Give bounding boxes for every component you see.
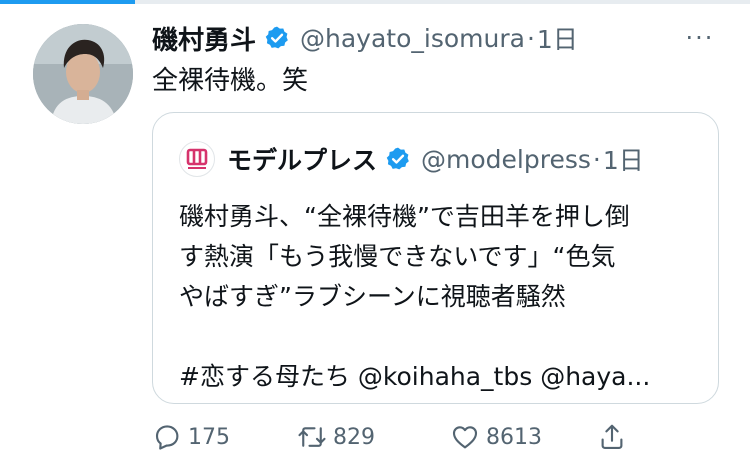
retweet-button[interactable]: 829 (297, 418, 375, 456)
quoted-timestamp[interactable]: 1日 (603, 141, 644, 177)
quoted-text-line: 磯村勇斗、“全裸待機”で吉田羊を押し倒 (179, 202, 630, 231)
share-button[interactable] (597, 418, 627, 456)
quoted-author-handle[interactable]: @modelpress (421, 145, 591, 174)
quoted-tweet-text: 磯村勇斗、“全裸待機”で吉田羊を押し倒 す熱演「もう我慢できないです」“色気 や… (179, 197, 699, 397)
tweet[interactable]: 磯村勇斗 @hayato_isomura · 1日 ··· 全裸待機。笑 モデル… (0, 0, 750, 470)
verified-badge-icon (264, 25, 290, 51)
quoted-text-blank-line (179, 317, 699, 357)
quoted-tweet[interactable]: モデルプレス @modelpress · 1日 磯村勇斗、“全裸待機”で吉田羊を… (152, 112, 719, 404)
like-button[interactable]: 8613 (450, 418, 542, 456)
separator-dot: · (592, 144, 601, 174)
share-icon (597, 422, 627, 452)
quoted-tweet-header: モデルプレス @modelpress · 1日 (179, 139, 698, 179)
separator-dot: · (526, 23, 535, 53)
like-count: 8613 (486, 424, 542, 450)
heart-icon (450, 422, 480, 452)
avatar[interactable] (33, 24, 133, 124)
quoted-text-hashtags-mentions[interactable]: #恋する母たち @koihaha_tbs @haya... (179, 357, 699, 397)
reply-count: 175 (188, 424, 230, 450)
tweet-text: 全裸待機。笑 (152, 66, 309, 96)
timestamp[interactable]: 1日 (537, 20, 578, 56)
quoted-text-line: やばすぎ”ラブシーンに視聴者騒然 (179, 282, 566, 311)
modelpress-logo (179, 141, 215, 177)
quoted-author-name[interactable]: モデルプレス (227, 141, 377, 177)
tweet-header: 磯村勇斗 @hayato_isomura · 1日 ··· (152, 18, 720, 58)
tweet-actions: 175 829 8613 (152, 418, 652, 456)
reply-button[interactable]: 175 (152, 418, 230, 456)
verified-badge-icon (385, 146, 411, 172)
reply-icon (152, 422, 182, 452)
author-handle[interactable]: @hayato_isomura (300, 24, 525, 53)
retweet-icon (297, 422, 327, 452)
author-name[interactable]: 磯村勇斗 (152, 20, 256, 57)
quoted-text-line: す熱演「もう我慢できないです」“色気 (179, 242, 616, 271)
retweet-count: 829 (333, 424, 375, 450)
more-options-icon[interactable]: ··· (680, 18, 720, 58)
